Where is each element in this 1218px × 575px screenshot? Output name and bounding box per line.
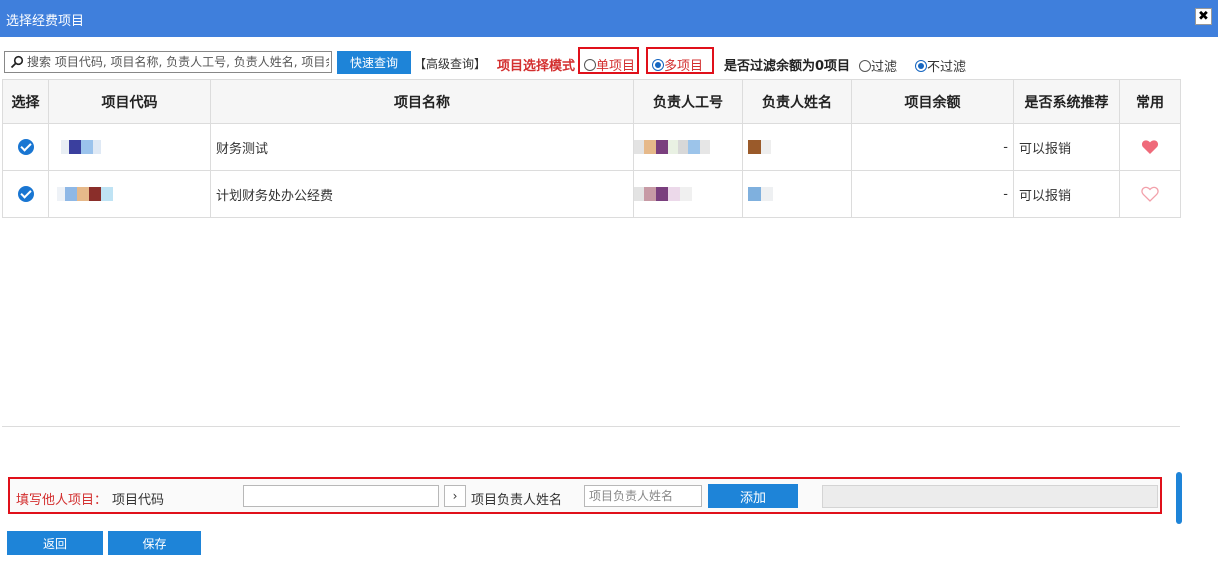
quick-search-button[interactable]: 快速查询 bbox=[337, 51, 411, 74]
manager-id-cell bbox=[633, 123, 743, 171]
heart-icon[interactable] bbox=[1141, 186, 1159, 202]
scrollbar[interactable] bbox=[1176, 472, 1182, 524]
project-table: 选择 项目代码 项目名称 负责人工号 负责人姓名 项目余额 是否系统推荐 常用 … bbox=[2, 79, 1181, 218]
column-header-manager-id[interactable]: 负责人工号 bbox=[633, 79, 743, 124]
table-bottom-divider bbox=[2, 426, 1180, 427]
added-projects-field bbox=[822, 485, 1158, 508]
radio-filter-label: 过滤 bbox=[871, 60, 898, 75]
redacted-project-code bbox=[61, 140, 101, 154]
project-balance-cell: - bbox=[851, 170, 1014, 218]
manager-name-cell bbox=[742, 170, 852, 218]
recommended-cell: 可以报销 bbox=[1013, 123, 1120, 171]
project-balance-cell: - bbox=[851, 123, 1014, 171]
project-code-input[interactable] bbox=[243, 485, 439, 507]
radio-multi-project[interactable]: 多项目 bbox=[652, 55, 703, 74]
search-input[interactable] bbox=[27, 53, 329, 71]
back-button[interactable]: 返回 bbox=[7, 531, 103, 555]
selection-mode-label: 项目选择模式 bbox=[497, 59, 576, 74]
radio-no-filter-label: 不过滤 bbox=[927, 60, 967, 75]
dialog-title: 选择经费项目 bbox=[6, 14, 85, 29]
column-header-name[interactable]: 项目名称 bbox=[210, 79, 634, 124]
column-header-manager-name[interactable]: 负责人姓名 bbox=[742, 79, 852, 124]
redacted-manager-id bbox=[634, 140, 710, 154]
manager-name-input[interactable] bbox=[584, 485, 702, 507]
column-header-select[interactable]: 选择 bbox=[2, 79, 49, 124]
check-circle-icon[interactable] bbox=[17, 139, 34, 155]
favorite-cell[interactable] bbox=[1119, 123, 1181, 171]
project-code-cell bbox=[48, 170, 211, 218]
project-code-label: 项目代码 bbox=[112, 493, 165, 508]
manager-name-label: 项目负责人姓名 bbox=[471, 493, 563, 508]
dialog-titlebar: 选择经费项目 ✖ bbox=[0, 0, 1218, 37]
heart-icon[interactable] bbox=[1141, 139, 1159, 155]
radio-single-project[interactable]: 单项目 bbox=[584, 55, 635, 74]
chevron-right-icon[interactable]: › bbox=[444, 485, 466, 507]
add-button[interactable]: 添加 bbox=[708, 484, 798, 508]
table-row[interactable]: 计划财务处办公经费 - 可以报销 bbox=[2, 170, 1181, 218]
radio-single-project-label: 单项目 bbox=[596, 59, 636, 74]
redacted-manager-name bbox=[748, 140, 771, 154]
column-header-code[interactable]: 项目代码 bbox=[48, 79, 211, 124]
filter-zero-balance-label: 是否过滤余额为0项目 bbox=[724, 59, 851, 74]
column-header-recommended[interactable]: 是否系统推荐 bbox=[1013, 79, 1120, 124]
radio-no-filter[interactable]: 不过滤 bbox=[915, 56, 966, 75]
radio-filter[interactable]: 过滤 bbox=[859, 56, 897, 75]
column-header-balance[interactable]: 项目余额 bbox=[851, 79, 1014, 124]
redacted-project-code bbox=[57, 187, 113, 201]
row-select-cell[interactable] bbox=[2, 123, 49, 171]
column-header-favorite[interactable]: 常用 bbox=[1119, 79, 1181, 124]
table-row[interactable]: 财务测试 - 可以报销 bbox=[2, 123, 1181, 171]
radio-single-project-dot[interactable] bbox=[584, 58, 596, 71]
table-header-row: 选择 项目代码 项目名称 负责人工号 负责人姓名 项目余额 是否系统推荐 常用 bbox=[2, 79, 1181, 124]
radio-filter-dot[interactable] bbox=[859, 59, 871, 72]
project-code-cell bbox=[48, 123, 211, 171]
recommended-cell: 可以报销 bbox=[1013, 170, 1120, 218]
check-circle-icon[interactable] bbox=[17, 186, 34, 202]
save-button[interactable]: 保存 bbox=[108, 531, 201, 555]
project-name-cell: 财务测试 bbox=[210, 123, 634, 171]
radio-multi-project-label: 多项目 bbox=[664, 59, 704, 74]
radio-multi-project-dot[interactable] bbox=[652, 58, 664, 71]
close-icon[interactable]: ✖ bbox=[1195, 8, 1212, 25]
advanced-search-link[interactable]: 【高级查询】 bbox=[414, 55, 486, 72]
search-toolbar: 快速查询 【高级查询】 项目选择模式 单项目 多项目 是否过滤余额为0项目 过滤… bbox=[0, 47, 1218, 76]
other-project-panel: 填写他人项目： 项目代码 › 项目负责人姓名 添加 bbox=[8, 477, 1162, 514]
manager-id-cell bbox=[633, 170, 743, 218]
other-project-label: 填写他人项目： bbox=[16, 493, 108, 508]
search-icon bbox=[10, 55, 24, 69]
search-box[interactable] bbox=[4, 51, 332, 73]
redacted-manager-name bbox=[748, 187, 773, 201]
radio-no-filter-dot[interactable] bbox=[915, 59, 927, 72]
favorite-cell[interactable] bbox=[1119, 170, 1181, 218]
manager-name-cell bbox=[742, 123, 852, 171]
redacted-manager-id bbox=[634, 187, 692, 201]
project-name-cell: 计划财务处办公经费 bbox=[210, 170, 634, 218]
row-select-cell[interactable] bbox=[2, 170, 49, 218]
